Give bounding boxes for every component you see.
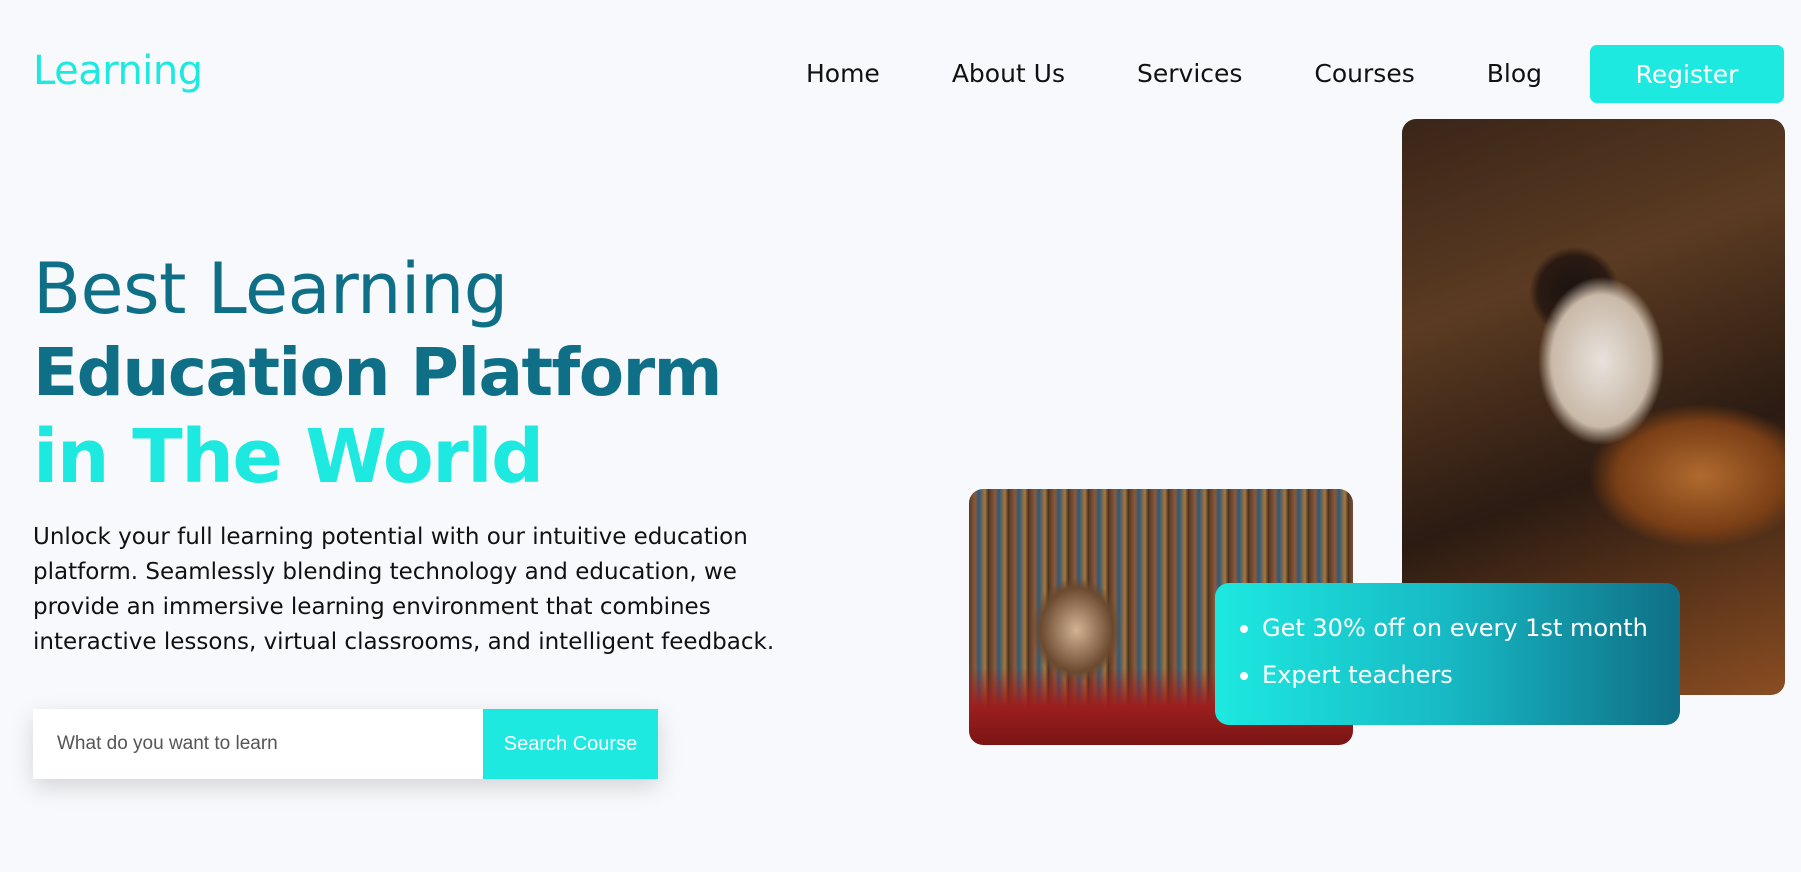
register-button[interactable]: Register	[1590, 45, 1784, 103]
bullet-icon	[1240, 624, 1248, 633]
search-input[interactable]	[33, 709, 483, 779]
promo-item-text: Expert teachers	[1262, 661, 1453, 689]
nav-about-us[interactable]: About Us	[952, 45, 1065, 103]
hero-title-line-3: in The World	[33, 414, 544, 500]
hero-title-line-1: Best Learning	[33, 248, 508, 330]
nav-courses[interactable]: Courses	[1314, 45, 1414, 103]
hero-description: Unlock your full learning potential with…	[33, 524, 775, 655]
nav-services[interactable]: Services	[1137, 45, 1242, 103]
promo-item: Get 30% off on every 1st month	[1240, 605, 1680, 652]
promo-item: Expert teachers	[1240, 652, 1680, 699]
main-nav: Home About Us Services Courses Blog Regi…	[806, 45, 1784, 103]
promo-item-text: Get 30% off on every 1st month	[1262, 614, 1648, 642]
course-search: Search Course	[33, 709, 658, 779]
promo-card: Get 30% off on every 1st month Expert te…	[1215, 583, 1680, 725]
search-course-button[interactable]: Search Course	[483, 709, 658, 779]
bullet-icon	[1240, 671, 1248, 680]
promo-list: Get 30% off on every 1st month Expert te…	[1240, 605, 1680, 699]
logo[interactable]: Learning	[33, 48, 203, 94]
hero-title: Best Learning Education Platform in The …	[33, 247, 722, 500]
nav-blog[interactable]: Blog	[1487, 45, 1542, 103]
hero-title-line-2: Education Platform	[33, 334, 722, 411]
nav-home[interactable]: Home	[806, 45, 880, 103]
